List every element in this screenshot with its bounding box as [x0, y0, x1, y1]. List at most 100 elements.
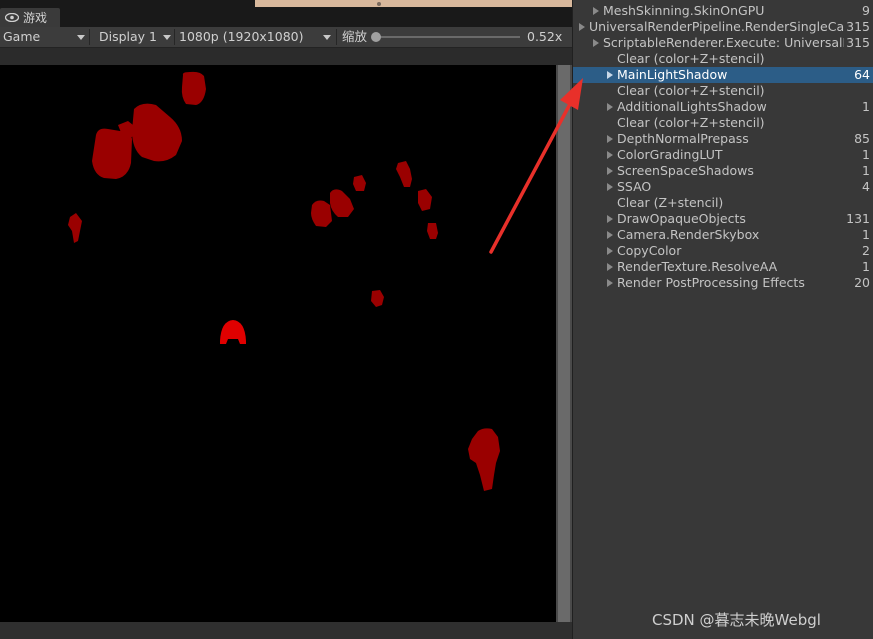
tree-row-label: MainLightShadow [617, 67, 728, 82]
tree-row[interactable]: RenderTexture.ResolveAA 1 [573, 259, 873, 275]
tree-row-label: ScriptableRenderer.Execute: UniversalRen… [603, 35, 844, 50]
tree-row[interactable]: DrawOpaqueObjects 131 [573, 211, 873, 227]
expand-arrow-icon[interactable] [607, 135, 613, 143]
display-select[interactable]: Display 1 [99, 27, 157, 47]
expand-arrow-icon[interactable] [607, 151, 613, 159]
tree-row[interactable]: CopyColor 2 [573, 243, 873, 259]
scale-value: 0.52x [527, 29, 563, 44]
tab-game-label: 游戏 [23, 11, 48, 25]
tree-row[interactable]: DepthNormalPrepass 85 [573, 131, 873, 147]
shadow-blob [220, 320, 246, 344]
shadow-blob [132, 103, 182, 162]
tree-row-label: CopyColor [617, 243, 682, 258]
tree-row[interactable]: Camera.RenderSkybox 1 [573, 227, 873, 243]
expand-arrow-icon[interactable] [593, 39, 599, 47]
chevron-down-icon[interactable] [77, 35, 85, 40]
tree-row-draw-count: 131 [846, 211, 870, 226]
watermark-text: CSDN @暮志未晚Webgl [652, 611, 821, 629]
expand-arrow-icon[interactable] [607, 167, 613, 175]
game-view-panel: 游戏 Game Display 1 1080p (1920x1080) 缩放 0… [0, 0, 572, 639]
shadow-map-render [68, 71, 500, 491]
tree-row-draw-count: 315 [846, 35, 870, 50]
tree-row-label: Clear (color+Z+stencil) [617, 115, 765, 130]
tree-row-draw-count: 1 [862, 259, 870, 274]
tree-row-label: UniversalRenderPipeline.RenderSingleCame… [589, 19, 844, 34]
background-photo-strip [255, 0, 572, 7]
tree-row-draw-count: 1 [862, 227, 870, 242]
resolution-select[interactable]: 1080p (1920x1080) [179, 27, 304, 47]
tree-row[interactable]: ScriptableRenderer.Execute: UniversalRen… [573, 35, 873, 51]
tree-row-label: MeshSkinning.SkinOnGPU [603, 3, 765, 18]
tree-row-label: DepthNormalPrepass [617, 131, 749, 146]
tree-row-draw-count: 4 [862, 179, 870, 194]
scale-slider-track[interactable] [380, 36, 520, 38]
shadow-blob [353, 175, 366, 191]
expand-arrow-icon[interactable] [607, 215, 613, 223]
expand-arrow-icon[interactable] [579, 23, 585, 31]
tree-row-label: Camera.RenderSkybox [617, 227, 760, 242]
toolbar-divider [174, 29, 175, 45]
tree-row-draw-count: 20 [854, 275, 870, 290]
tree-row[interactable]: ColorGradingLUT 1 [573, 147, 873, 163]
expand-arrow-icon[interactable] [607, 279, 613, 287]
tree-row[interactable]: Clear (color+Z+stencil) [573, 115, 873, 131]
chevron-down-icon[interactable] [323, 35, 331, 40]
tree-row-draw-count: 1 [862, 99, 870, 114]
tree-row-draw-count: 2 [862, 243, 870, 258]
tree-row-label: Clear (color+Z+stencil) [617, 51, 765, 66]
tree-row-label: AdditionalLightsShadow [617, 99, 767, 114]
tree-row[interactable]: AdditionalLightsShadow 1 [573, 99, 873, 115]
horizontal-scrollbar[interactable] [0, 622, 572, 639]
shadow-blob [311, 200, 332, 227]
tree-row-label: ScreenSpaceShadows [617, 163, 754, 178]
expand-arrow-icon[interactable] [607, 263, 613, 271]
shadow-blob [396, 161, 412, 187]
shadow-blob [371, 290, 384, 307]
tree-row-label: Clear (Z+stencil) [617, 195, 724, 210]
shadow-blob [92, 128, 132, 179]
vertical-scrollbar-thumb[interactable] [558, 65, 570, 622]
toolbar-divider [336, 29, 337, 45]
tree-row-label: SSAO [617, 179, 652, 194]
scale-label: 缩放 [342, 29, 368, 44]
tree-row[interactable]: Clear (Z+stencil) [573, 195, 873, 211]
tree-row-label: RenderTexture.ResolveAA [617, 259, 778, 274]
tree-row-label: ColorGradingLUT [617, 147, 723, 162]
tree-row[interactable]: Clear (color+Z+stencil) [573, 83, 873, 99]
tab-game[interactable]: 游戏 [0, 8, 60, 27]
viewport-gutter [0, 48, 572, 65]
tree-row-draw-count: 64 [854, 67, 870, 82]
tree-row-draw-count: 85 [854, 131, 870, 146]
tree-row[interactable]: MeshSkinning.SkinOnGPU 9 [573, 3, 873, 19]
tree-row[interactable]: Clear (color+Z+stencil) [573, 51, 873, 67]
game-viewport[interactable] [0, 65, 556, 622]
tree-row-draw-count: 1 [862, 163, 870, 178]
expand-arrow-icon[interactable] [607, 71, 613, 79]
tab-bar: 游戏 [0, 0, 572, 27]
expand-arrow-icon[interactable] [607, 103, 613, 111]
game-toolbar: Game Display 1 1080p (1920x1080) 缩放 0.52… [0, 27, 572, 48]
tree-row-label: Render PostProcessing Effects [617, 275, 805, 290]
scale-slider-handle[interactable] [371, 32, 381, 42]
frame-debugger-tree: MeshSkinning.SkinOnGPU 9 UniversalRenderPi… [572, 0, 873, 639]
shadow-blob [468, 428, 500, 491]
tree-row[interactable]: UniversalRenderPipeline.RenderSingleCame… [573, 19, 873, 35]
tree-row[interactable]: MainLightShadow 64 [573, 67, 873, 83]
tree-row[interactable]: Render PostProcessing Effects 20 [573, 275, 873, 291]
shadow-blob [181, 71, 206, 105]
expand-arrow-icon[interactable] [607, 231, 613, 239]
shadow-blob [427, 223, 438, 239]
tree-row-draw-count: 9 [862, 3, 870, 18]
shadow-blob [68, 213, 82, 243]
tree-row-label: Clear (color+Z+stencil) [617, 83, 765, 98]
expand-arrow-icon[interactable] [607, 247, 613, 255]
expand-arrow-icon[interactable] [593, 7, 599, 15]
tree-row[interactable]: ScreenSpaceShadows 1 [573, 163, 873, 179]
toolbar-divider [89, 29, 90, 45]
expand-arrow-icon[interactable] [607, 183, 613, 191]
view-select[interactable]: Game [3, 27, 40, 47]
chevron-down-icon[interactable] [163, 35, 171, 40]
shadow-blob [330, 189, 354, 217]
tree-row[interactable]: SSAO 4 [573, 179, 873, 195]
eye-icon [5, 13, 19, 22]
